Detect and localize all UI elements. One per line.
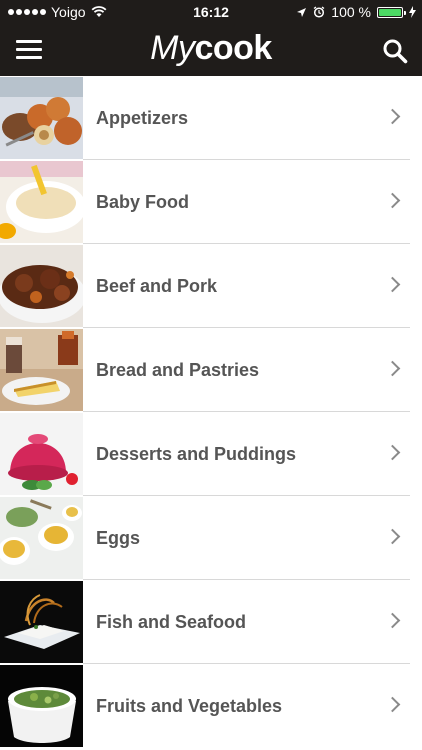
status-bar: Yoigo 16:12 100 %	[0, 0, 422, 24]
category-label: Bread and Pastries	[96, 360, 260, 380]
chevron-right-icon	[384, 192, 401, 209]
beef-and-pork-thumbnail	[0, 245, 83, 327]
logo-my: My	[150, 29, 195, 67]
chevron-right-icon	[384, 696, 401, 713]
location-arrow-icon	[297, 7, 307, 17]
category-list: Appetizers Baby Food Beef and Pork Bread…	[0, 76, 422, 748]
chevron-right-icon	[384, 528, 401, 545]
charging-bolt-icon	[409, 6, 416, 18]
desserts-and-puddings-thumbnail	[0, 413, 83, 495]
baby-food-thumbnail	[0, 161, 83, 243]
status-right-group: 100 %	[296, 4, 416, 20]
category-item-baby-food[interactable]: Baby Food	[0, 160, 422, 244]
battery-icon	[377, 6, 406, 18]
alarm-icon	[313, 6, 325, 18]
logo-cook: cook	[194, 29, 272, 67]
category-label: Desserts and Puddings	[96, 444, 297, 464]
category-label: Eggs	[96, 528, 141, 548]
category-item-beef-and-pork[interactable]: Beef and Pork	[0, 244, 422, 328]
app-logo: Mycook	[0, 29, 422, 68]
category-item-eggs[interactable]: Eggs	[0, 496, 422, 580]
chevron-right-icon	[384, 360, 401, 377]
category-label: Beef and Pork	[96, 276, 218, 296]
chevron-right-icon	[384, 276, 401, 293]
category-label: Fish and Seafood	[96, 612, 247, 632]
category-label: Fruits and Vegetables	[96, 696, 283, 716]
chevron-right-icon	[384, 612, 401, 629]
fruits-and-vegetables-thumbnail	[0, 665, 83, 747]
search-icon[interactable]	[382, 38, 408, 64]
category-item-fruits-and-vegetables[interactable]: Fruits and Vegetables	[0, 664, 422, 748]
chevron-right-icon	[384, 444, 401, 461]
battery-percent: 100 %	[331, 4, 371, 20]
category-item-appetizers[interactable]: Appetizers	[0, 76, 422, 160]
app-header: Mycook	[0, 24, 422, 76]
fish-and-seafood-thumbnail	[0, 581, 83, 663]
chevron-right-icon	[384, 108, 401, 125]
category-label: Baby Food	[96, 192, 189, 212]
appetizers-thumbnail	[0, 77, 83, 159]
bread-and-pastries-thumbnail	[0, 329, 83, 411]
category-label: Appetizers	[96, 108, 189, 128]
category-item-bread-and-pastries[interactable]: Bread and Pastries	[0, 328, 422, 412]
category-item-fish-and-seafood[interactable]: Fish and Seafood	[0, 580, 422, 664]
eggs-thumbnail	[0, 497, 83, 579]
category-item-desserts-and-puddings[interactable]: Desserts and Puddings	[0, 412, 422, 496]
